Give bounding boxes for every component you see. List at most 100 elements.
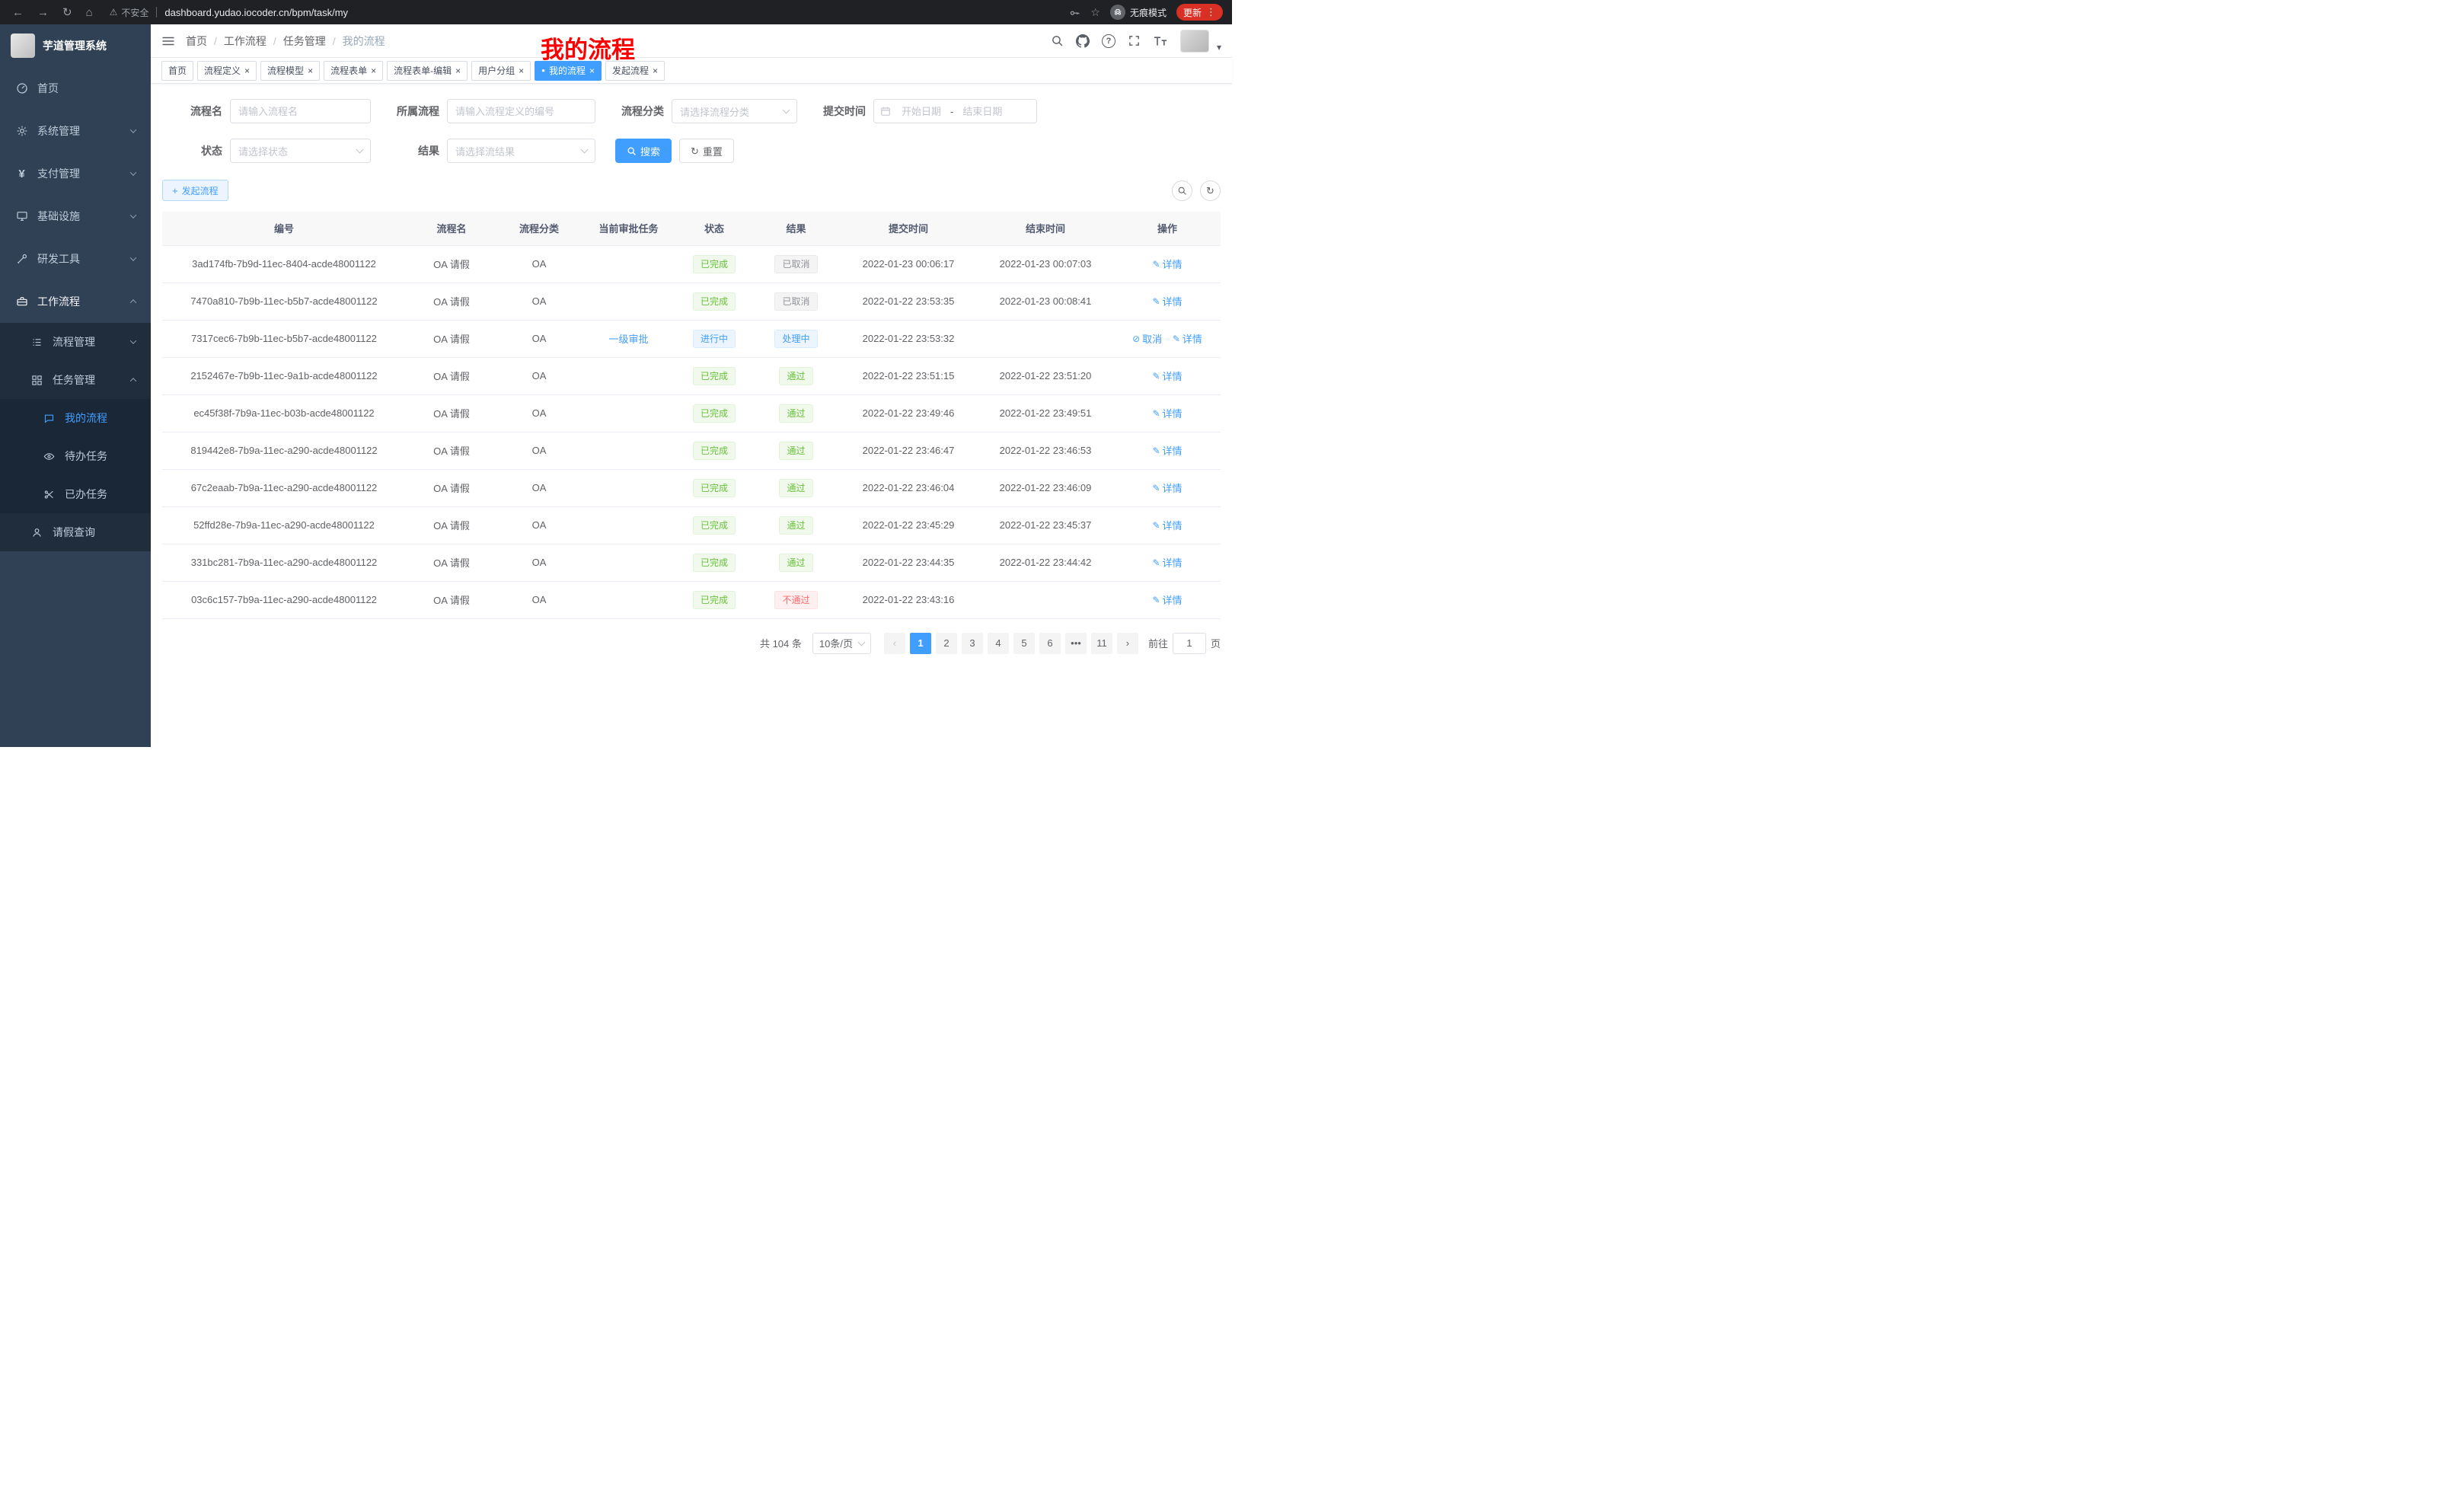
help-icon[interactable]: ? — [1102, 34, 1116, 48]
forward-icon[interactable]: → — [37, 7, 49, 18]
home-icon[interactable]: ⌂ — [86, 7, 93, 18]
person-icon — [30, 527, 43, 538]
close-icon[interactable]: × — [308, 66, 313, 75]
result-badge: 通过 — [779, 442, 812, 460]
avatar[interactable] — [1180, 30, 1209, 53]
back-icon[interactable]: ← — [12, 7, 24, 18]
address-bar[interactable]: ⚠ 不安全 dashboard.yudao.iocoder.cn/bpm/tas… — [110, 6, 1070, 19]
breadcrumb-item-home[interactable]: 首页 — [186, 34, 207, 49]
sidebar-item-todo-tasks[interactable]: 待办任务 — [0, 437, 151, 475]
detail-link[interactable]: ✎详情 — [1152, 480, 1182, 495]
parent-process-input[interactable] — [447, 99, 595, 123]
incognito-badge[interactable]: 无痕模式 — [1110, 5, 1167, 20]
current-task-link[interactable]: 一级审批 — [608, 331, 648, 346]
question-mark-icon: ? — [1102, 34, 1116, 48]
avatar-caret-icon[interactable]: ▾ — [1217, 42, 1221, 53]
sidebar-item-workflow[interactable]: 工作流程 — [0, 280, 151, 323]
cancel-link[interactable]: ⊘取消 — [1132, 331, 1162, 346]
edit-icon: ✎ — [1152, 446, 1160, 455]
page-button-2[interactable]: 2 — [936, 633, 957, 654]
sidebar-item-task-mgmt[interactable]: 任务管理 — [0, 361, 151, 399]
cell-result: 通过 — [752, 394, 840, 432]
tab-process-definition[interactable]: 流程定义 × — [197, 61, 257, 81]
close-icon[interactable]: × — [589, 66, 595, 75]
sidebar-item-process-mgmt[interactable]: 流程管理 — [0, 323, 151, 361]
detail-link[interactable]: ✎详情 — [1152, 592, 1182, 607]
breadcrumb-item-workflow[interactable]: 工作流程 — [224, 34, 267, 49]
start-date-input[interactable] — [894, 106, 949, 117]
page-button-5[interactable]: 5 — [1013, 633, 1035, 654]
prev-page-button[interactable]: ‹ — [884, 633, 905, 654]
status-select[interactable]: 请选择状态 — [230, 139, 371, 163]
tab-my-process[interactable]: ● 我的流程 × — [535, 61, 602, 81]
end-date-input[interactable] — [955, 106, 1010, 117]
sidebar-item-infrastructure[interactable]: 基础设施 — [0, 195, 151, 238]
close-icon[interactable]: × — [455, 66, 461, 75]
detail-link[interactable]: ✎详情 — [1152, 555, 1182, 570]
close-icon[interactable]: × — [519, 66, 524, 75]
category-select[interactable]: 请选择流程分类 — [672, 99, 797, 123]
page-button-6[interactable]: 6 — [1039, 633, 1061, 654]
font-size-icon[interactable] — [1153, 35, 1168, 47]
github-icon[interactable] — [1076, 34, 1090, 48]
detail-link[interactable]: ✎详情 — [1173, 331, 1202, 346]
page-button-11[interactable]: 11 — [1091, 633, 1112, 654]
show-search-button[interactable] — [1172, 180, 1192, 201]
submit-time-range-picker[interactable]: - — [873, 99, 1037, 123]
reset-button[interactable]: ↻ 重置 — [679, 139, 734, 163]
sidebar-item-payment-mgmt[interactable]: ¥ 支付管理 — [0, 152, 151, 195]
url-text[interactable]: dashboard.yudao.iocoder.cn/bpm/task/my — [164, 7, 348, 18]
tab-process-model[interactable]: 流程模型 × — [260, 61, 320, 81]
sidebar-item-home[interactable]: 首页 — [0, 67, 151, 110]
eye-icon — [43, 451, 56, 462]
breadcrumb-item-task-mgmt[interactable]: 任务管理 — [283, 34, 326, 49]
goto-page-input[interactable] — [1173, 633, 1206, 654]
cell-category: OA — [497, 544, 581, 581]
detail-link[interactable]: ✎详情 — [1152, 294, 1182, 308]
close-icon[interactable]: × — [653, 66, 658, 75]
result-select[interactable]: 请选择流结果 — [447, 139, 595, 163]
edit-icon: ✎ — [1152, 260, 1160, 269]
page-button-4[interactable]: 4 — [988, 633, 1009, 654]
detail-link[interactable]: ✎详情 — [1152, 518, 1182, 532]
close-icon[interactable]: × — [371, 66, 376, 75]
sidebar-item-dev-tools[interactable]: 研发工具 — [0, 238, 151, 280]
tab-start-process[interactable]: 发起流程 × — [605, 61, 665, 81]
tab-user-group[interactable]: 用户分组 × — [471, 61, 531, 81]
app-logo[interactable]: 芋道管理系统 — [0, 24, 151, 67]
fullscreen-icon[interactable] — [1128, 34, 1141, 47]
sidebar-item-system-mgmt[interactable]: 系统管理 — [0, 110, 151, 152]
tab-process-form-edit[interactable]: 流程表单-编辑 × — [387, 61, 468, 81]
sidebar-item-done-tasks[interactable]: 已办任务 — [0, 475, 151, 513]
hamburger-icon[interactable] — [161, 35, 175, 47]
process-name-input[interactable] — [230, 99, 371, 123]
cell-category: OA — [497, 506, 581, 544]
next-page-button[interactable]: › — [1117, 633, 1138, 654]
tab-home[interactable]: 首页 — [161, 61, 193, 81]
detail-link[interactable]: ✎详情 — [1152, 257, 1182, 271]
search-button[interactable]: 搜索 — [615, 139, 672, 163]
address-divider — [156, 7, 157, 18]
detail-link[interactable]: ✎详情 — [1152, 443, 1182, 458]
search-icon[interactable] — [1051, 34, 1064, 47]
create-process-button[interactable]: + 发起流程 — [162, 180, 228, 201]
page-button-1[interactable]: 1 — [910, 633, 931, 654]
update-button[interactable]: 更新 ⋮ — [1176, 4, 1223, 21]
detail-link[interactable]: ✎详情 — [1152, 369, 1182, 383]
tab-label: 流程定义 — [204, 64, 241, 77]
page-button-3[interactable]: 3 — [962, 633, 983, 654]
browser-menu-icon[interactable]: ⋮ — [1206, 6, 1216, 18]
reload-icon[interactable]: ↻ — [62, 7, 72, 18]
sidebar-item-my-process[interactable]: 我的流程 — [0, 399, 151, 437]
sidebar-item-leave-query[interactable]: 请假查询 — [0, 513, 151, 551]
key-icon[interactable] — [1069, 7, 1080, 18]
more-pages-button[interactable]: ••• — [1065, 633, 1087, 654]
bookmark-star-icon[interactable]: ☆ — [1090, 6, 1100, 19]
refresh-table-button[interactable]: ↻ — [1200, 180, 1221, 201]
detail-link[interactable]: ✎详情 — [1152, 406, 1182, 420]
page-size-select[interactable]: 10条/页 — [812, 633, 871, 654]
browser-chrome: ← → ↻ ⌂ ⚠ 不安全 dashboard.yudao.iocoder.cn… — [0, 0, 1232, 24]
tab-process-form[interactable]: 流程表单 × — [324, 61, 383, 81]
table-header-row: 编号 流程名 流程分类 当前审批任务 状态 结果 提交时间 结束时间 操作 — [162, 212, 1221, 245]
close-icon[interactable]: × — [244, 66, 250, 75]
